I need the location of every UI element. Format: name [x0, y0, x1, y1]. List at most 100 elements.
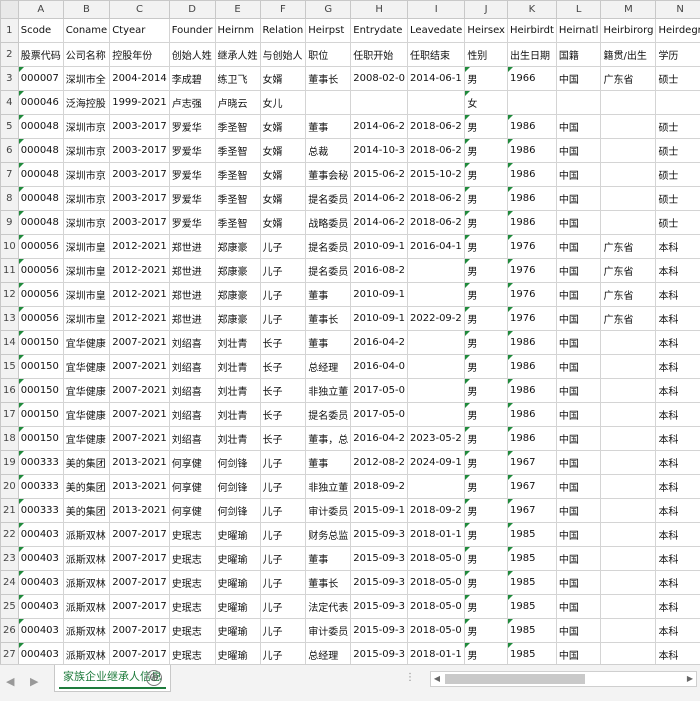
table-cell[interactable]: Coname: [63, 19, 109, 43]
column-header[interactable]: H: [351, 1, 408, 19]
table-cell[interactable]: 女婿: [260, 211, 306, 235]
table-cell[interactable]: 何剑锋: [215, 475, 260, 499]
table-cell[interactable]: 1986: [507, 379, 556, 403]
table-cell[interactable]: 创始人姓: [169, 43, 215, 67]
table-cell[interactable]: 罗爱华: [169, 211, 215, 235]
table-cell[interactable]: 史曜瑜: [215, 595, 260, 619]
table-cell[interactable]: 控股年份: [110, 43, 170, 67]
table-cell[interactable]: 男: [465, 427, 508, 451]
scroll-left-icon[interactable]: ◀: [431, 672, 443, 686]
table-cell[interactable]: 2016-04-1: [408, 235, 465, 259]
row-number[interactable]: 27: [1, 643, 19, 665]
table-cell[interactable]: 2010-09-1: [351, 283, 408, 307]
table-cell[interactable]: 2018-06-2: [408, 115, 465, 139]
table-cell[interactable]: 2015-09-3: [351, 619, 408, 643]
row-number[interactable]: 23: [1, 547, 19, 571]
table-cell[interactable]: 练卫飞: [215, 67, 260, 91]
scroll-right-icon[interactable]: ▶: [684, 672, 696, 686]
table-cell[interactable]: 史珉志: [169, 595, 215, 619]
table-cell[interactable]: 2010-09-1: [351, 235, 408, 259]
table-cell[interactable]: 男: [465, 499, 508, 523]
table-cell[interactable]: 2007-2021: [110, 355, 170, 379]
table-cell[interactable]: 长子: [260, 331, 306, 355]
table-cell[interactable]: 1985: [507, 547, 556, 571]
table-cell[interactable]: 中国: [556, 331, 601, 355]
sheet-nav-arrows-icon[interactable]: ◀ ▶: [6, 675, 44, 688]
table-cell[interactable]: 2012-2021: [110, 259, 170, 283]
table-cell[interactable]: 男: [465, 571, 508, 595]
table-cell[interactable]: 罗爱华: [169, 163, 215, 187]
table-cell[interactable]: 财务总监: [306, 523, 351, 547]
table-cell[interactable]: 中国: [556, 403, 601, 427]
table-cell[interactable]: 泛海控股: [63, 91, 109, 115]
table-cell[interactable]: Leavedate: [408, 19, 465, 43]
table-cell[interactable]: [507, 91, 556, 115]
table-cell[interactable]: 罗爱华: [169, 139, 215, 163]
table-cell[interactable]: 男: [465, 523, 508, 547]
table-cell[interactable]: 2013-2021: [110, 451, 170, 475]
table-cell[interactable]: 1967: [507, 475, 556, 499]
table-cell[interactable]: 女婿: [260, 115, 306, 139]
table-cell[interactable]: 2014-06-2: [351, 115, 408, 139]
table-cell[interactable]: 派斯双林: [63, 619, 109, 643]
table-cell[interactable]: 2018-01-1: [408, 523, 465, 547]
table-cell[interactable]: 深圳市全: [63, 67, 109, 91]
table-cell[interactable]: 中国: [556, 379, 601, 403]
table-cell[interactable]: 2018-06-2: [408, 187, 465, 211]
table-cell[interactable]: 2007-2017: [110, 619, 170, 643]
table-cell[interactable]: 罗爱华: [169, 187, 215, 211]
table-cell[interactable]: 董事，总: [306, 427, 351, 451]
table-cell[interactable]: 郑世进: [169, 259, 215, 283]
table-cell[interactable]: 儿子: [260, 643, 306, 665]
table-cell[interactable]: 中国: [556, 283, 601, 307]
table-cell[interactable]: [601, 115, 656, 139]
column-header[interactable]: L: [556, 1, 601, 19]
table-cell[interactable]: 何享健: [169, 499, 215, 523]
table-cell[interactable]: 广东省: [601, 235, 656, 259]
table-cell[interactable]: 硕士: [656, 115, 700, 139]
table-cell[interactable]: 深圳市皇: [63, 259, 109, 283]
table-cell[interactable]: 2018-09-2: [408, 499, 465, 523]
table-cell[interactable]: 何享健: [169, 475, 215, 499]
row-number[interactable]: 13: [1, 307, 19, 331]
table-cell[interactable]: 中国: [556, 211, 601, 235]
row-number[interactable]: 25: [1, 595, 19, 619]
table-cell[interactable]: 2015-06-2: [351, 163, 408, 187]
table-cell[interactable]: 广东省: [601, 307, 656, 331]
table-cell[interactable]: 2012-2021: [110, 283, 170, 307]
row-number[interactable]: 15: [1, 355, 19, 379]
table-cell[interactable]: 儿子: [260, 547, 306, 571]
column-header[interactable]: M: [601, 1, 656, 19]
table-cell[interactable]: [601, 571, 656, 595]
table-cell[interactable]: [601, 187, 656, 211]
table-cell[interactable]: 本科: [656, 619, 700, 643]
table-cell[interactable]: 男: [465, 307, 508, 331]
table-cell[interactable]: 广东省: [601, 259, 656, 283]
table-cell[interactable]: 公司名称: [63, 43, 109, 67]
table-cell[interactable]: 中国: [556, 187, 601, 211]
table-cell[interactable]: 刘绍喜: [169, 379, 215, 403]
row-number[interactable]: 10: [1, 235, 19, 259]
table-cell[interactable]: 儿子: [260, 523, 306, 547]
table-cell[interactable]: 儿子: [260, 235, 306, 259]
table-cell[interactable]: 非独立董: [306, 379, 351, 403]
table-cell[interactable]: [601, 163, 656, 187]
table-cell[interactable]: 中国: [556, 427, 601, 451]
table-cell[interactable]: 2015-10-2: [408, 163, 465, 187]
table-cell[interactable]: 2007-2021: [110, 403, 170, 427]
table-cell[interactable]: 2018-05-0: [408, 571, 465, 595]
column-header[interactable]: N: [656, 1, 700, 19]
table-cell[interactable]: 非独立董: [306, 475, 351, 499]
table-cell[interactable]: 本科: [656, 403, 700, 427]
table-cell[interactable]: 男: [465, 619, 508, 643]
table-cell[interactable]: 提名委员: [306, 259, 351, 283]
table-cell[interactable]: [408, 259, 465, 283]
column-header[interactable]: G: [306, 1, 351, 19]
table-cell[interactable]: 长子: [260, 355, 306, 379]
table-cell[interactable]: 本科: [656, 379, 700, 403]
table-cell[interactable]: 籍贯/出生: [601, 43, 656, 67]
table-cell[interactable]: 战略委员: [306, 211, 351, 235]
table-cell[interactable]: 2012-2021: [110, 307, 170, 331]
table-cell[interactable]: 2024-09-1: [408, 451, 465, 475]
row-number[interactable]: 6: [1, 139, 19, 163]
